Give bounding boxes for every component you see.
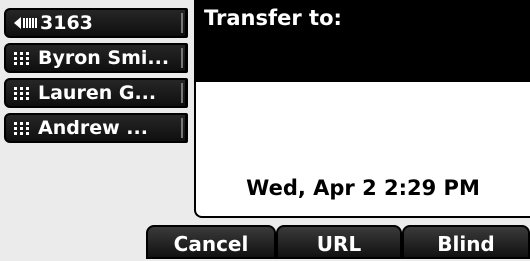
contact-icon xyxy=(12,120,32,136)
line-key-label: Byron Smi... xyxy=(38,47,170,69)
transfer-panel: Transfer to: Wed, Apr 2 2:29 PM xyxy=(194,0,530,218)
softkey-bar: Cancel URL Blind xyxy=(0,225,530,259)
transfer-header[interactable]: Transfer to: xyxy=(196,0,530,82)
line-key-label: 3163 xyxy=(40,12,93,34)
line-key-andrew[interactable]: Andrew ... xyxy=(4,113,188,143)
contact-icon xyxy=(12,50,32,66)
line-key-3163[interactable]: 3163 xyxy=(4,8,188,38)
line-key-lauren[interactable]: Lauren G... xyxy=(4,78,188,108)
transfer-label: Transfer to: xyxy=(204,6,342,30)
datetime-display: Wed, Apr 2 2:29 PM xyxy=(246,176,480,200)
line-key-label: Lauren G... xyxy=(38,82,157,104)
line-key-byron[interactable]: Byron Smi... xyxy=(4,43,188,73)
line-key-label: Andrew ... xyxy=(38,117,148,139)
cancel-button[interactable]: Cancel xyxy=(146,225,276,259)
speaker-icon xyxy=(12,15,38,31)
contact-icon xyxy=(12,85,32,101)
line-keys: 3163 Byron Smi... Lauren G... Andrew ... xyxy=(4,8,188,148)
url-button[interactable]: URL xyxy=(276,225,402,259)
blind-button[interactable]: Blind xyxy=(402,225,530,259)
